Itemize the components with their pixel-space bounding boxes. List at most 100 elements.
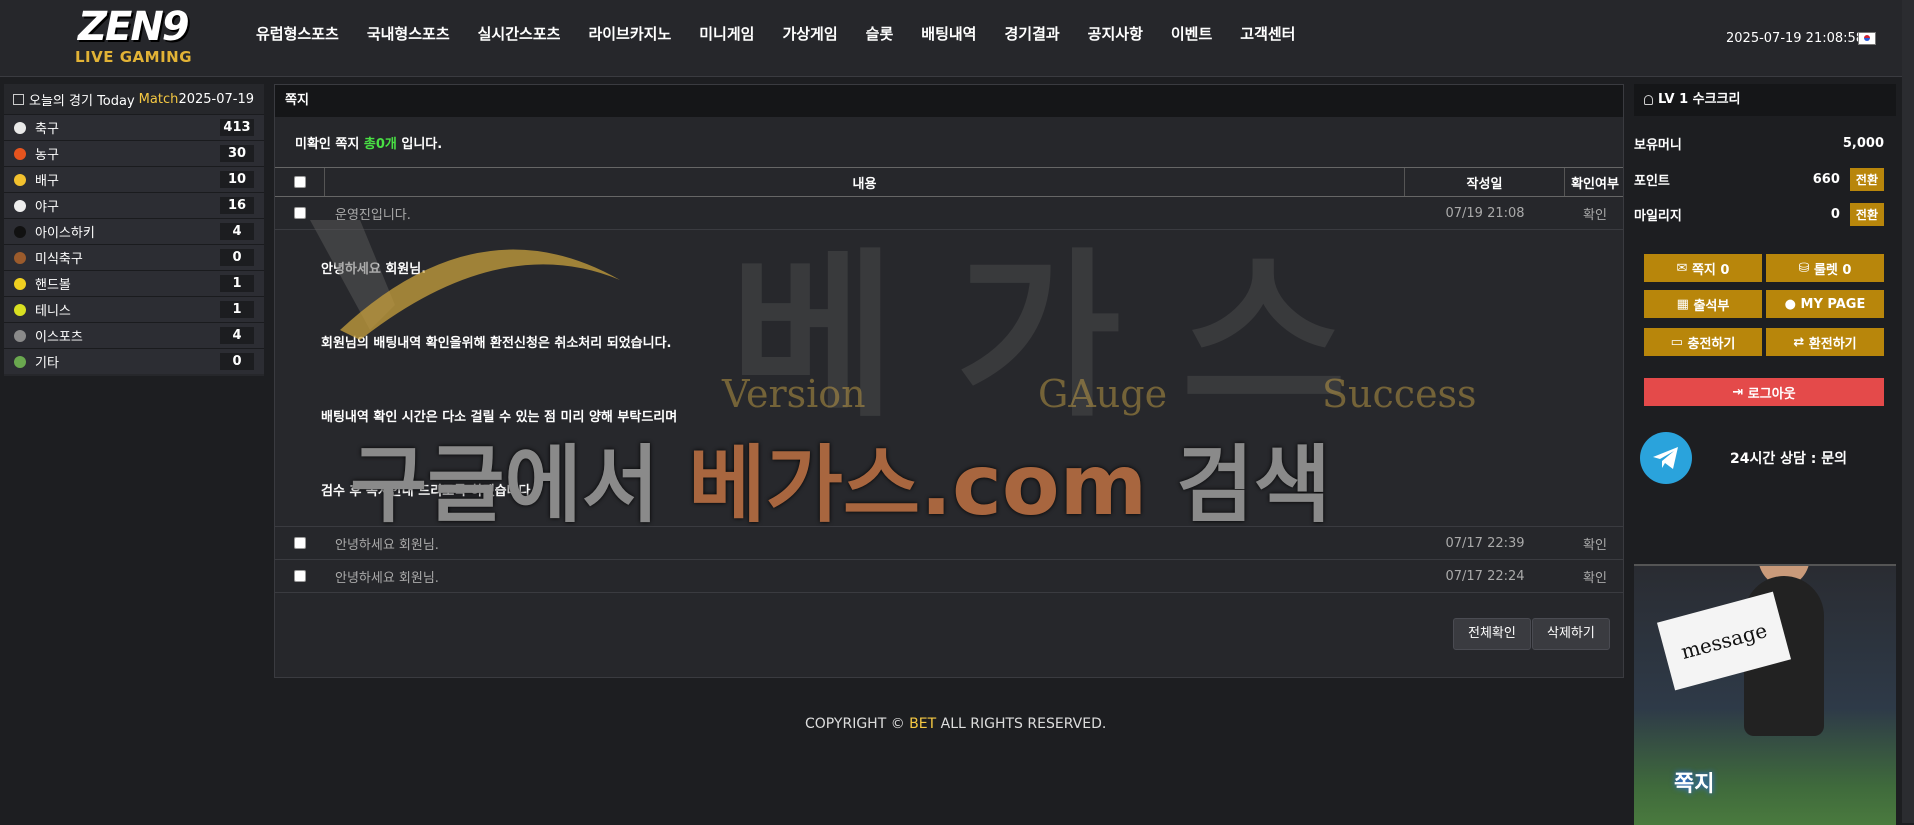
sport-row[interactable]: 이스포츠 4 [4, 322, 264, 348]
nav-support[interactable]: 고객센터 [1240, 23, 1295, 44]
table-row[interactable]: 운영진입니다. 07/19 21:08 확인 [275, 197, 1623, 230]
row-status: 확인 [1583, 207, 1607, 223]
sport-count: 1 [220, 275, 254, 292]
roulette-button-label: 룰렛 0 [1813, 262, 1852, 278]
sport-row[interactable]: 기타 0 [4, 348, 264, 374]
sport-row[interactable]: 테니스 1 [4, 296, 264, 322]
sport-row[interactable]: 축구 413 [4, 114, 264, 140]
unread-notice-suffix: 입니다. [401, 137, 443, 152]
row-date: 07/17 22:39 [1445, 535, 1525, 551]
nav-europe-sports[interactable]: 유럽형스포츠 [256, 23, 339, 44]
row-checkbox[interactable] [294, 207, 306, 219]
mypage-button[interactable]: ● MY PAGE [1766, 290, 1884, 318]
sport-row[interactable]: 미식축구 0 [4, 244, 264, 270]
sport-count: 16 [220, 197, 254, 214]
table-header: 내용 작성일 확인여부 [275, 167, 1623, 197]
read-all-button[interactable]: 전체확인 [1453, 618, 1531, 650]
today-match-title: 오늘의 경기 Today [29, 93, 135, 109]
select-all-checkbox[interactable] [293, 176, 306, 188]
header-clock: 2025-07-19 21:08:58 [1726, 31, 1865, 46]
copyright-post: ALL RIGHTS RESERVED. [940, 716, 1107, 732]
exchange-arrows-icon: ⇄ [1793, 334, 1809, 350]
message-line: 배팅내역 확인 시간은 다소 걸릴 수 있는 점 미리 양해 부탁드리며 [321, 410, 678, 425]
user-name: LV 1 수크크리 [1658, 92, 1741, 107]
telegram-icon[interactable] [1640, 432, 1692, 484]
sport-name: 야구 [35, 200, 59, 215]
nav-mini-game[interactable]: 미니게임 [699, 23, 754, 44]
roulette-button[interactable]: ⛁ 룰렛 0 [1766, 254, 1884, 282]
row-status: 확인 [1583, 570, 1607, 586]
sport-name: 이스포츠 [35, 330, 83, 345]
logout-button-label: 로그아웃 [1747, 386, 1796, 402]
table-row[interactable]: 안녕하세요 회원님. 07/17 22:24 확인 [275, 560, 1623, 593]
today-match-date: 2025-07-19 [178, 91, 254, 107]
sport-name: 축구 [35, 122, 59, 137]
row-checkbox[interactable] [294, 537, 306, 549]
attendance-button-label: 출석부 [1693, 298, 1730, 314]
charge-button[interactable]: ▭ 충전하기 [1644, 328, 1762, 356]
delete-button[interactable]: 삭제하기 [1532, 618, 1610, 650]
nav-live-casino[interactable]: 라이브카지노 [588, 23, 671, 44]
mypage-button-label: MY PAGE [1800, 296, 1866, 312]
unread-notice-label: 미확인 쪽지 [295, 137, 360, 152]
user-icon: ● [1784, 296, 1801, 312]
sport-count: 4 [220, 327, 254, 344]
nav-live-sports[interactable]: 실시간스포츠 [478, 23, 561, 44]
sport-count: 0 [220, 249, 254, 266]
copyright: COPYRIGHT © BET ALL RIGHTS RESERVED. [805, 716, 1106, 732]
telegram-support-label[interactable]: 24시간 상담 : 문의 [1730, 448, 1847, 468]
nav-results[interactable]: 경기결과 [1004, 23, 1059, 44]
note-button[interactable]: ✉ 쪽지 0 [1644, 254, 1762, 282]
note-button-label: 쪽지 0 [1691, 262, 1730, 278]
nav-notice[interactable]: 공지사항 [1088, 23, 1143, 44]
sport-ball-icon [14, 355, 26, 368]
nav-slot[interactable]: 슬롯 [866, 23, 894, 44]
column-status: 확인여부 [1571, 176, 1619, 192]
sport-row[interactable]: 야구 16 [4, 192, 264, 218]
column-content: 내용 [325, 168, 1405, 196]
select-all-cell [275, 168, 325, 196]
sport-ball-icon [14, 225, 26, 238]
logout-button[interactable]: ⇥ 로그아웃 [1644, 378, 1884, 406]
point-switch-button[interactable]: 전환 [1849, 168, 1884, 191]
unread-count: 총0개 [363, 137, 397, 152]
message-panel-title: 쪽지 [275, 85, 1623, 117]
point-row: 포인트 660 전환 [1634, 168, 1884, 191]
money-value: 5,000 [1842, 136, 1884, 151]
sport-row[interactable]: 농구 30 [4, 140, 264, 166]
nav-virtual-game[interactable]: 가상게임 [782, 23, 837, 44]
sport-row[interactable]: 핸드볼 1 [4, 270, 264, 296]
row-title[interactable]: 운영진입니다. [325, 204, 1405, 223]
sport-name: 아이스하키 [35, 226, 95, 241]
sport-ball-icon [14, 147, 26, 160]
nav-domestic-sports[interactable]: 국내형스포츠 [367, 23, 450, 44]
mileage-switch-button[interactable]: 전환 [1849, 203, 1884, 226]
row-title[interactable]: 안녕하세요 회원님. [325, 567, 1405, 586]
charge-button-label: 충전하기 [1687, 336, 1736, 352]
row-title[interactable]: 안녕하세요 회원님. [325, 534, 1405, 553]
message-table: 내용 작성일 확인여부 운영진입니다. 07/19 21:08 확인 안녕하세요… [275, 167, 1623, 593]
nav-event[interactable]: 이벤트 [1171, 23, 1212, 44]
site-logo[interactable]: ZEN9 LIVE GAMING [75, 4, 195, 66]
exchange-button[interactable]: ⇄ 환전하기 [1766, 328, 1884, 356]
message-promo-banner[interactable]: message 쪽지 [1634, 564, 1896, 825]
user-header: LV 1 수크크리 [1634, 84, 1896, 116]
today-match-panel: 오늘의 경기 Today Match 2025-07-19 축구 413 농구 30 배… [4, 84, 264, 376]
top-bar: ZEN9 LIVE GAMING 유럽형스포츠 국내형스포츠 실시간스포츠 라이… [0, 0, 1914, 77]
row-checkbox[interactable] [294, 570, 306, 582]
sport-count: 10 [220, 171, 254, 188]
message-panel: 쪽지 미확인 쪽지 총0개 입니다. 내용 작성일 확인여부 운영진입니다. 0… [274, 84, 1624, 678]
korea-flag-icon[interactable] [1858, 32, 1876, 45]
exchange-button-label: 환전하기 [1808, 336, 1857, 352]
promo-title: 쪽지 [1674, 772, 1715, 797]
sport-row[interactable]: 아이스하키 4 [4, 218, 264, 244]
message-line: 검수 후 쪽지안내 드리도록 하겠습니다. [321, 484, 536, 499]
sport-name: 미식축구 [35, 252, 83, 267]
sport-name: 기타 [35, 356, 59, 371]
sport-row[interactable]: 배구 10 [4, 166, 264, 192]
page-scrollbar[interactable] [1902, 0, 1914, 823]
attendance-button[interactable]: ▦ 출석부 [1644, 290, 1762, 318]
table-row[interactable]: 안녕하세요 회원님. 07/17 22:39 확인 [275, 527, 1623, 560]
sport-name: 농구 [35, 148, 59, 163]
nav-bet-history[interactable]: 배팅내역 [921, 23, 976, 44]
